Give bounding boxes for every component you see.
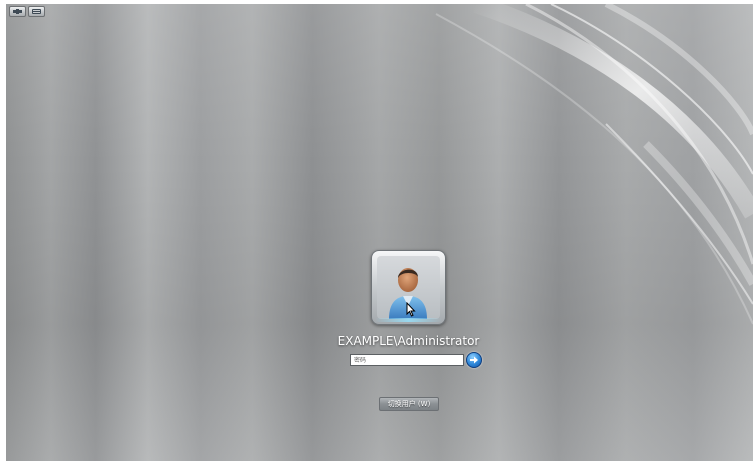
keyboard-button[interactable] [28,6,45,17]
wallpaper-swirl [435,4,753,325]
mouse-cursor-icon [406,302,416,317]
keyboard-icon [32,9,41,14]
password-input[interactable] [350,354,464,366]
switch-user-button[interactable]: 切换用户 (W) [379,397,439,411]
username-label: EXAMPLE\Administrator [337,334,480,348]
accessibility-button[interactable] [9,6,26,17]
login-screen: EXAMPLE\Administrator 切换用户 (W) [0,0,753,461]
accessibility-icon [13,9,22,14]
arrow-right-icon [470,356,478,364]
submit-button[interactable] [466,352,482,368]
wallpaper [6,4,753,461]
tile-glow [375,318,442,322]
